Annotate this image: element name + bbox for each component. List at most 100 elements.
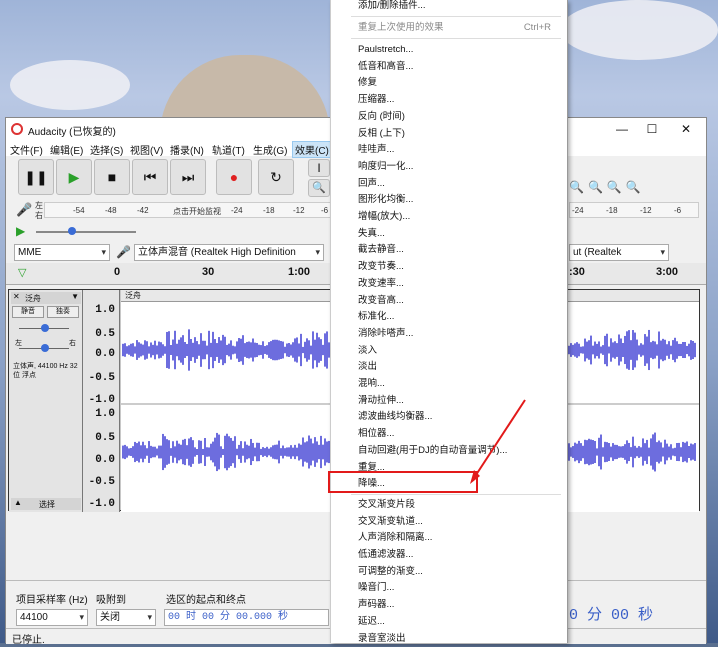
menu-edit[interactable]: 编辑(E) <box>50 142 83 157</box>
select-track-button[interactable]: 选择 <box>39 499 55 510</box>
effect-menu-item[interactable]: 延迟... <box>331 614 567 630</box>
menu-item-label: 低音和高音... <box>358 60 414 72</box>
effect-menu-item[interactable]: 改变速率... <box>331 276 567 292</box>
menu-item-label: 修复 <box>358 77 378 89</box>
select-tool-icon[interactable]: I <box>308 159 330 177</box>
pan-slider-thumb[interactable] <box>41 344 49 352</box>
audacity-logo-icon <box>11 123 23 135</box>
collapse-icon[interactable]: ▲ <box>14 498 22 507</box>
window-title: Audacity (已恢复的) <box>28 127 116 138</box>
effect-menu-item[interactable]: 录音室淡出 <box>331 631 567 647</box>
pan-left-label: 左 <box>15 340 22 347</box>
menu-item-label: 滑动拉伸... <box>358 394 404 406</box>
effect-menu-item[interactable]: 滑动拉伸... <box>331 393 567 409</box>
close-icon[interactable]: ✕ <box>672 120 700 138</box>
selection-start-time[interactable]: 00 时 00 分 00.000 秒 <box>164 609 329 626</box>
playback-meter[interactable]: -24 -18 -12 -6 <box>569 202 699 218</box>
solo-button[interactable]: 独奏 <box>47 306 79 318</box>
effect-menu-item[interactable]: 可调整的渐变... <box>331 564 567 580</box>
menu-item-label: 标准化... <box>358 311 395 323</box>
meter-monitor-hint[interactable]: 点击开始监视 <box>173 206 221 217</box>
pause-button[interactable]: ❚❚ <box>18 159 54 195</box>
track-close-icon[interactable]: ✕ <box>13 292 20 301</box>
effect-menu-item[interactable]: 自动回避(用于DJ的自动音量调节)... <box>331 443 567 459</box>
effect-menu-item[interactable]: 混响... <box>331 376 567 392</box>
skip-end-button[interactable]: ⏭ <box>170 159 206 195</box>
effect-menu-item[interactable]: 消除咔嗒声... <box>331 326 567 342</box>
menu-effect[interactable]: 效果(C) <box>292 141 332 158</box>
play-at-speed-icon[interactable]: ▶ <box>16 224 25 238</box>
ruler-label: 0 <box>114 266 121 278</box>
effect-menu-item[interactable]: 改变节奏... <box>331 259 567 275</box>
effect-menu-item[interactable]: 响度归一化... <box>331 159 567 175</box>
effect-menu-item[interactable]: 增幅(放大)... <box>331 209 567 225</box>
output-device-select[interactable]: ut (Realtek <box>569 244 669 261</box>
input-device-select[interactable]: 立体声混音 (Realtek High Definition <box>134 244 324 261</box>
stop-button[interactable]: ■ <box>94 159 130 195</box>
skip-start-button[interactable]: ⏮ <box>132 159 168 195</box>
pin-head-icon[interactable]: ▽ <box>18 266 26 279</box>
zoom-tool-icon[interactable]: 🔍 <box>308 179 330 197</box>
scale-label: 0.0 <box>95 454 115 466</box>
snap-to-select[interactable]: 关闭 <box>96 609 156 626</box>
track-select-bar[interactable]: ▲ 选择 <box>11 498 81 510</box>
audio-host-select[interactable]: MME <box>14 244 110 261</box>
mute-button[interactable]: 静音 <box>12 306 44 318</box>
track-menu-arrow-icon[interactable]: ▼ <box>71 292 79 301</box>
vertical-scale: 1.0 0.5 0.0 -0.5 -1.0 1.0 0.5 0.0 -0.5 -… <box>83 290 120 512</box>
effect-menu-item[interactable]: 图形化均衡... <box>331 192 567 208</box>
effect-menu-item[interactable]: 低音和高音... <box>331 59 567 75</box>
effect-menu-item[interactable]: 滤波曲线均衡器... <box>331 409 567 425</box>
maximize-icon[interactable]: ☐ <box>638 120 666 138</box>
effect-menu-item[interactable]: Paulstretch... <box>331 42 567 58</box>
effect-menu-item[interactable]: 交叉渐变片段 <box>331 497 567 513</box>
effect-menu-item[interactable]: 相位器... <box>331 426 567 442</box>
zoom-toolbar[interactable]: 🔍🔍🔍🔍 <box>569 180 654 198</box>
effect-menu-item[interactable]: 哇哇声... <box>331 142 567 158</box>
minimize-icon[interactable]: — <box>608 120 636 138</box>
pan-right-label: 右 <box>69 340 76 347</box>
effect-menu-item[interactable]: 声码器... <box>331 597 567 613</box>
project-rate-select[interactable]: 44100 <box>16 609 88 626</box>
effect-menu-item[interactable]: 失真... <box>331 226 567 242</box>
speed-slider[interactable] <box>36 231 136 233</box>
loop-button[interactable]: ↻ <box>258 159 294 195</box>
track-menu-name[interactable]: 泛舟 <box>25 293 41 304</box>
record-meter[interactable]: -54 -48 -42 点击开始监视 -24 -18 -12 -6 <box>44 202 332 218</box>
speed-slider-thumb[interactable] <box>68 227 76 235</box>
effect-menu-item[interactable]: 反相 (上下) <box>331 126 567 142</box>
play-button[interactable]: ▶ <box>56 159 92 195</box>
effect-menu-item[interactable]: 人声消除和隔离... <box>331 530 567 546</box>
track-header[interactable]: ✕ 泛舟 ▼ <box>11 292 81 304</box>
input-microphone-icon: 🎤 <box>116 245 131 259</box>
effect-menu-item[interactable]: 截去静音... <box>331 242 567 258</box>
effect-menu-item[interactable]: 淡入 <box>331 343 567 359</box>
gain-slider-thumb[interactable] <box>41 324 49 332</box>
effect-menu-item[interactable]: 修复 <box>331 75 567 91</box>
effect-menu-item[interactable]: 标准化... <box>331 309 567 325</box>
effect-menu-item[interactable]: 改变音高... <box>331 293 567 309</box>
cloud-shape <box>10 60 130 110</box>
effect-menu-item[interactable]: 压缩器... <box>331 92 567 108</box>
meter-tick: -24 <box>231 206 243 215</box>
effect-menu-item[interactable]: 淡出 <box>331 359 567 375</box>
effect-menu-item[interactable]: 添加/删除插件... <box>331 0 567 14</box>
menu-file[interactable]: 文件(F) <box>10 142 43 157</box>
project-rate-label: 项目采样率 (Hz) <box>16 595 88 606</box>
menu-item-label: 改变速率... <box>358 277 404 289</box>
menu-tracks[interactable]: 轨道(T) <box>212 142 245 157</box>
effect-menu-item[interactable]: 回声... <box>331 176 567 192</box>
menu-item-label: 压缩器... <box>358 94 395 106</box>
meter-right-label: 右 <box>35 211 43 220</box>
menu-view[interactable]: 视图(V) <box>130 142 163 157</box>
effect-menu-item[interactable]: 噪音门... <box>331 580 567 596</box>
effect-menu-item[interactable]: 反向 (时间) <box>331 109 567 125</box>
menu-record[interactable]: 播录(N) <box>170 142 204 157</box>
audio-position-time[interactable]: 0 分 00 秒 <box>569 603 689 625</box>
menu-generate[interactable]: 生成(G) <box>253 142 287 157</box>
record-button[interactable]: ● <box>216 159 252 195</box>
effect-menu-item[interactable]: 低通滤波器... <box>331 547 567 563</box>
scale-label: 1.0 <box>95 304 115 316</box>
menu-select[interactable]: 选择(S) <box>90 142 123 157</box>
effect-menu-item[interactable]: 交叉渐变轨道... <box>331 514 567 530</box>
